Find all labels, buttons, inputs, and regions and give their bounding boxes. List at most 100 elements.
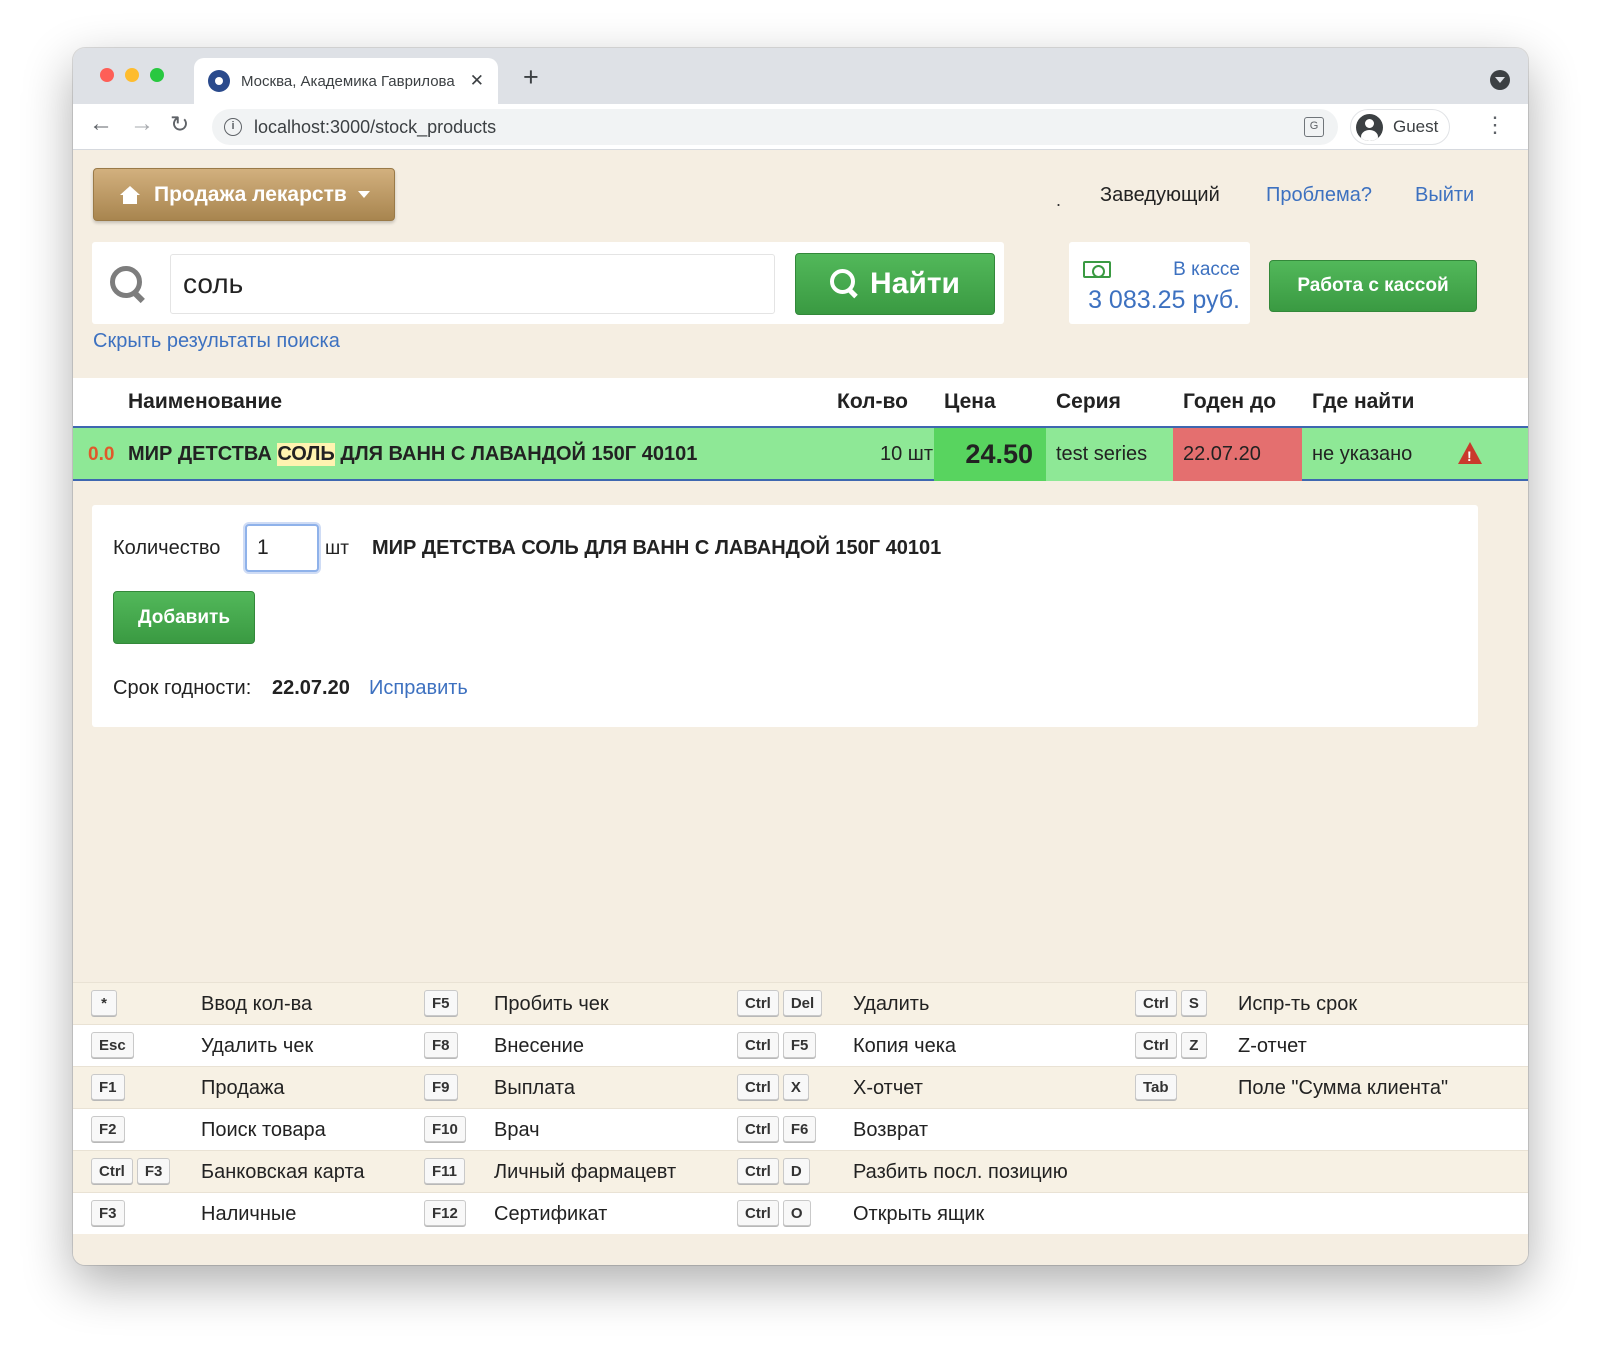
info-icon[interactable]: i [224, 118, 242, 136]
page-content: Продажа лекарств . Заведующий Проблема? … [73, 150, 1528, 1265]
shortcut-keys: Ctrl F5 [737, 1032, 817, 1058]
hide-results-link[interactable]: Скрыть результаты поиска [93, 330, 340, 353]
cash-register-button[interactable]: Работа с кассой [1269, 260, 1477, 312]
shortcut-row: F1 Продажа F9 Выплата Ctrl X X-отчет Tab Поле "С… [73, 1066, 1528, 1108]
search-icon [830, 269, 860, 299]
keyboard-key: Ctrl [1135, 990, 1177, 1016]
keyboard-key: Z [1180, 1032, 1207, 1058]
shortcut-keys: Ctrl O [737, 1200, 811, 1226]
shortcut-keys: F8 [424, 1032, 458, 1058]
keyboard-key: F5 [424, 990, 458, 1016]
quantity-unit: шт [325, 538, 349, 559]
keyboard-key: Ctrl [737, 1158, 779, 1184]
shortcut-label: Продажа [201, 1077, 285, 1099]
column-header-where[interactable]: Где найти [1312, 390, 1414, 414]
fix-expiry-link[interactable]: Исправить [369, 677, 468, 700]
new-tab-button[interactable]: + [523, 62, 539, 93]
address-bar[interactable]: i localhost:3000/stock_products G [212, 109, 1338, 145]
back-arrow-icon[interactable]: ← [89, 110, 113, 138]
shortcut-label: Копия чека [853, 1035, 957, 1057]
shortcut-label: Личный фармацевт [494, 1161, 677, 1183]
column-header-qty[interactable]: Кол-во [837, 390, 908, 414]
detail-product-name: МИР ДЕТСТВА СОЛЬ ДЛЯ ВАНН С ЛАВАНДОЙ 150… [372, 537, 942, 559]
translate-icon[interactable]: G [1304, 117, 1324, 137]
shortcut-keys: Ctrl S [1135, 990, 1207, 1016]
tab-close-icon[interactable]: ✕ [470, 71, 484, 91]
find-button[interactable]: Найти [795, 253, 995, 315]
close-window-button[interactable] [100, 68, 114, 82]
shortcut-keys: Esc [91, 1032, 134, 1058]
keyboard-key: Tab [1135, 1074, 1177, 1100]
keyboard-key: F11 [424, 1158, 466, 1184]
column-header-series[interactable]: Серия [1056, 390, 1121, 414]
keyboard-key: F1 [91, 1074, 125, 1100]
reload-icon[interactable]: ↻ [170, 111, 189, 138]
url-text[interactable]: localhost:3000/stock_products [254, 117, 496, 138]
shortcut-label: Наличные [201, 1203, 297, 1225]
search-panel: Найти [92, 242, 1004, 324]
money-icon [1083, 261, 1111, 278]
add-button[interactable]: Добавить [113, 591, 255, 644]
product-detail-panel: Количество шт МИР ДЕТСТВА СОЛЬ ДЛЯ ВАНН … [92, 505, 1478, 727]
app-menu-button[interactable]: Продажа лекарств [93, 168, 395, 221]
shortcut-keys: Ctrl F3 [91, 1158, 171, 1184]
profile-button[interactable]: Guest [1350, 109, 1450, 145]
shortcut-label: Внесение [494, 1035, 584, 1057]
kebab-menu-icon[interactable]: ⋮ [1484, 114, 1506, 136]
logout-link[interactable]: Выйти [1415, 184, 1474, 207]
shortcut-keys: F1 [91, 1074, 125, 1100]
results-table-header: Наименование Кол-во Цена Серия Годен до … [73, 378, 1528, 428]
shortcut-label: Возврат [853, 1119, 928, 1141]
shortcut-label: Выплата [494, 1077, 575, 1099]
user-role: Заведующий [1100, 184, 1220, 206]
shortcut-row: F3 Наличные F12 Сертификат Ctrl O Открыть ящик [73, 1192, 1528, 1234]
shortcut-keys: * [91, 990, 117, 1016]
keyboard-key: F10 [424, 1116, 466, 1142]
keyboard-key: O [782, 1200, 811, 1226]
shortcut-label: Врач [494, 1119, 540, 1141]
app-menu-label: Продажа лекарств [154, 182, 347, 206]
problem-link[interactable]: Проблема? [1266, 184, 1372, 207]
shortcut-label: Удалить [853, 993, 930, 1015]
keyboard-key: F2 [91, 1116, 125, 1142]
shortcut-keys: F9 [424, 1074, 458, 1100]
quantity-input[interactable] [245, 524, 319, 572]
warning-icon[interactable] [1458, 442, 1482, 464]
zoom-window-button[interactable] [150, 68, 164, 82]
quantity-label: Количество [113, 537, 221, 559]
shortcut-label: Испр-ть срок [1238, 993, 1358, 1015]
keyboard-key: X [782, 1074, 809, 1100]
browser-tab[interactable]: Москва, Академика Гаврилова ✕ [194, 58, 498, 104]
table-row[interactable]: 0.0 МИР ДЕТСТВА СОЛЬ ДЛЯ ВАНН С ЛАВАНДОЙ… [73, 428, 1528, 481]
row-score: 0.0 [88, 443, 115, 465]
shortcut-keys: Ctrl D [737, 1158, 810, 1184]
find-button-label: Найти [870, 267, 960, 300]
keyboard-key: F12 [424, 1200, 466, 1226]
shortcut-label: Удалить чек [201, 1035, 314, 1057]
keyboard-key: Esc [91, 1032, 134, 1058]
row-qty: 10 шт [879, 443, 933, 465]
shortcut-row: Ctrl F3 Банковская карта F11 Личный фармацев… [73, 1150, 1528, 1192]
cash-panel: В кассе 3 083.25 руб. [1069, 242, 1250, 324]
keyboard-key: Ctrl [1135, 1032, 1177, 1058]
column-header-name[interactable]: Наименование [128, 390, 282, 414]
cash-amount: 3 083.25 руб. [1088, 286, 1240, 314]
shortcut-keys: Ctrl F6 [737, 1116, 817, 1142]
search-input[interactable] [170, 254, 775, 314]
keyboard-key: F6 [782, 1116, 817, 1142]
keyboard-key: Ctrl [737, 1116, 779, 1142]
column-header-price[interactable]: Цена [944, 390, 996, 414]
shortcut-keys: F11 [424, 1158, 466, 1184]
forward-arrow-icon[interactable]: → [130, 110, 154, 138]
keyboard-key: Del [782, 990, 823, 1016]
tab-title: Москва, Академика Гаврилова [241, 72, 455, 90]
shortcut-row: * Ввод кол-ва F5 Пробить чек Ctrl Del Удалить C… [73, 982, 1528, 1024]
column-header-expires[interactable]: Годен до [1183, 390, 1276, 414]
shortcut-label: Открыть ящик [853, 1203, 985, 1225]
keyboard-key: F3 [136, 1158, 171, 1184]
tab-search-icon[interactable] [1490, 70, 1510, 90]
minimize-window-button[interactable] [125, 68, 139, 82]
browser-window: Москва, Академика Гаврилова ✕ + ← → ↻ i … [73, 48, 1528, 1265]
shortcut-keys: F10 [424, 1116, 466, 1142]
keyboard-key: S [1180, 990, 1207, 1016]
